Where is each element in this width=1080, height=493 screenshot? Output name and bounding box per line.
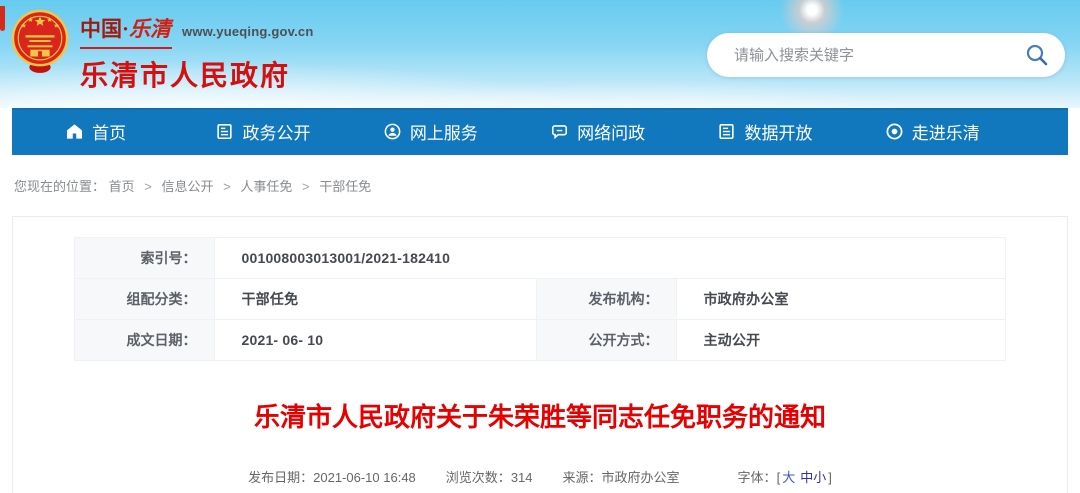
font-size-large[interactable]: 大 — [782, 470, 795, 485]
nav-item-label: 走进乐清 — [912, 119, 980, 144]
index-number-value: 001008003013001/2021-182410 — [215, 238, 1005, 279]
index-number-label: 索引号： — [75, 238, 215, 279]
document-icon — [215, 122, 234, 141]
nav-item-home[interactable]: 首页 — [12, 108, 179, 155]
document-info-table: 索引号： 001008003013001/2021-182410 组配分类： 干… — [74, 237, 1005, 361]
site-title: 乐清市人民政府 — [80, 54, 313, 94]
compass-icon — [885, 122, 904, 141]
nav-item-open-data[interactable]: 数据开放 — [681, 108, 848, 155]
font-size-small[interactable]: 小 — [813, 470, 826, 485]
table-row: 组配分类： 干部任免 发布机构： 市政府办公室 — [75, 279, 1005, 320]
table-row: 成文日期： 2021- 06- 10 公开方式： 主动公开 — [75, 320, 1005, 361]
category-value: 干部任免 — [215, 279, 537, 320]
brand-small-title: 中国·乐清 — [80, 13, 171, 43]
nav-item-net-politics[interactable]: 网络问政 — [514, 108, 681, 155]
home-icon — [65, 122, 84, 141]
breadcrumb-prefix: 您现在的位置： — [14, 179, 105, 194]
breadcrumb-item-cadre[interactable]: 干部任免 — [319, 179, 371, 194]
date-value: 2021- 06- 10 — [215, 320, 537, 361]
source: 来源：市政府办公室 — [563, 467, 680, 486]
nav-item-about-yueqing[interactable]: 走进乐清 — [849, 108, 1016, 155]
nav-item-label: 网络问政 — [577, 119, 645, 144]
date-label: 成文日期： — [75, 320, 215, 361]
font-size-medium[interactable]: 中 — [800, 470, 813, 485]
breadcrumb-separator: > — [223, 179, 231, 194]
nav-item-label: 首页 — [92, 119, 126, 144]
agency-label: 发布机构： — [537, 279, 677, 320]
nav-item-online-service[interactable]: 网上服务 — [347, 108, 514, 155]
online-service-icon — [383, 122, 402, 141]
breadcrumb-item-home[interactable]: 首页 — [109, 179, 135, 194]
breadcrumb-separator: > — [144, 179, 152, 194]
data-icon — [717, 122, 736, 141]
font-size-control: 字体：[大中小] — [738, 467, 832, 486]
brand-divider — [80, 47, 172, 49]
content-card: 索引号： 001008003013001/2021-182410 组配分类： 干… — [12, 216, 1068, 493]
publish-date: 发布日期：2021-06-10 16:48 — [248, 467, 416, 486]
chat-icon — [550, 122, 569, 141]
breadcrumb-item-personnel[interactable]: 人事任免 — [240, 179, 292, 194]
nav-item-gov-info[interactable]: 政务公开 — [179, 108, 346, 155]
search-input[interactable] — [734, 47, 1025, 64]
site-header: 中国·乐清 www.yueqing.gov.cn 乐清市人民政府 — [0, 0, 1080, 108]
breadcrumb-separator: > — [302, 179, 310, 194]
main-nav: 首页 政务公开 网上服务 网络问政 — [12, 108, 1068, 155]
document-meta: 发布日期：2021-06-10 16:48 浏览次数：314 来源：市政府办公室… — [13, 467, 1067, 486]
national-emblem — [11, 6, 69, 76]
breadcrumb: 您现在的位置： 首页 > 信息公开 > 人事任免 > 干部任免 — [0, 155, 1080, 216]
nav-item-label: 数据开放 — [744, 119, 812, 144]
site-url: www.yueqing.gov.cn — [182, 24, 313, 39]
nav-item-label: 网上服务 — [410, 119, 478, 144]
search-box — [707, 33, 1065, 77]
search-icon — [1025, 43, 1049, 67]
table-row: 索引号： 001008003013001/2021-182410 — [75, 238, 1005, 279]
agency-value: 市政府办公室 — [677, 279, 1005, 320]
category-label: 组配分类： — [75, 279, 215, 320]
method-value: 主动公开 — [677, 320, 1005, 361]
search-button[interactable] — [1025, 43, 1049, 67]
flag-decoration — [0, 6, 5, 31]
method-label: 公开方式： — [537, 320, 677, 361]
breadcrumb-item-info-disclosure[interactable]: 信息公开 — [162, 179, 214, 194]
view-count: 浏览次数：314 — [446, 467, 533, 486]
brand-text: 中国·乐清 www.yueqing.gov.cn 乐清市人民政府 — [80, 13, 313, 94]
document-title: 乐清市人民政府关于朱荣胜等同志任免职务的通知 — [13, 401, 1067, 433]
nav-item-label: 政务公开 — [242, 119, 310, 144]
